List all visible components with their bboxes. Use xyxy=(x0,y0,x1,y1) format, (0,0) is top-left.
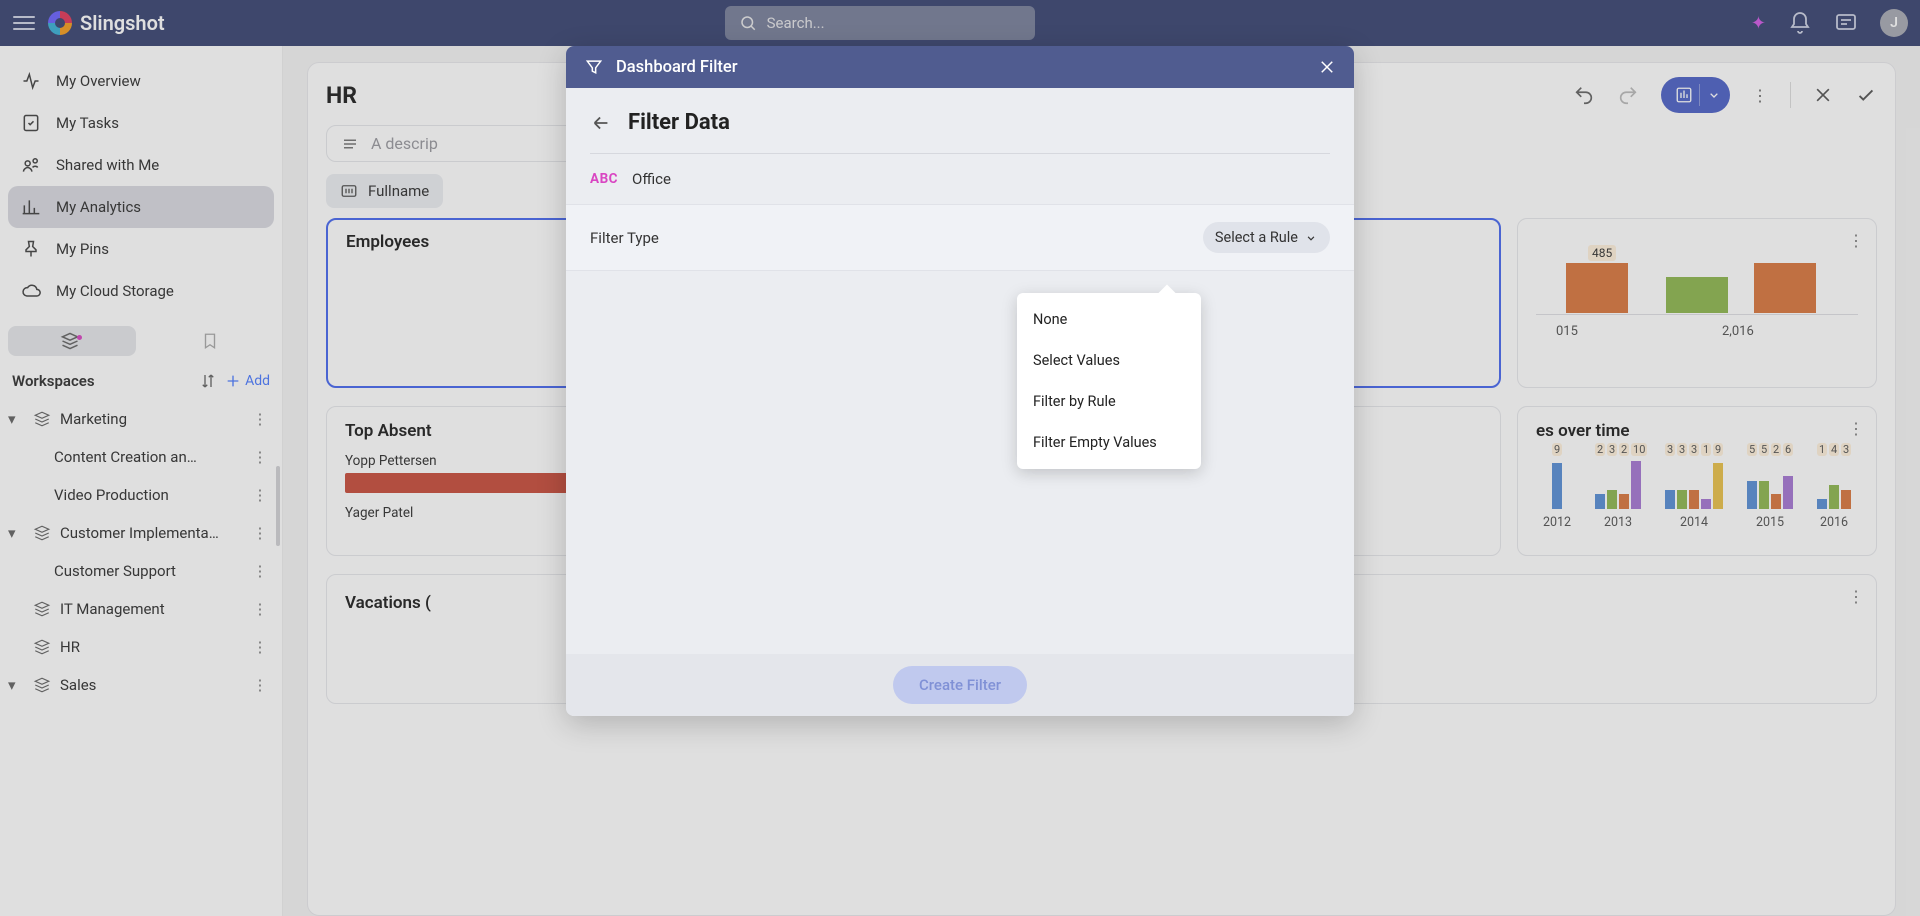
chevron-down-icon xyxy=(1304,231,1318,245)
layers-icon xyxy=(32,410,52,428)
hamburger-icon[interactable] xyxy=(12,11,36,35)
pin-icon xyxy=(20,238,42,260)
card-more-icon[interactable]: ⋮ xyxy=(1752,86,1768,105)
close-icon[interactable] xyxy=(1813,85,1833,105)
share-icon xyxy=(20,154,42,176)
more-icon[interactable]: ⋮ xyxy=(250,486,270,504)
workspace-hr[interactable]: ▾ HR ⋮ xyxy=(8,628,274,666)
layers-icon xyxy=(32,638,52,656)
option-filter-empty-values[interactable]: Filter Empty Values xyxy=(1017,422,1201,463)
workspace-it-management[interactable]: ▾ IT Management ⋮ xyxy=(8,590,274,628)
nav-my-pins[interactable]: My Pins xyxy=(8,228,274,270)
filter-icon xyxy=(584,57,604,77)
more-icon[interactable]: ⋮ xyxy=(250,448,270,466)
filter-type-select[interactable]: Select a Rule xyxy=(1203,222,1330,253)
logo-icon xyxy=(48,11,72,35)
layers-icon xyxy=(32,524,52,542)
modal-close-button[interactable] xyxy=(1318,58,1336,76)
more-icon[interactable]: ⋮ xyxy=(250,562,270,580)
more-icon[interactable]: ⋮ xyxy=(250,638,270,656)
layers-icon xyxy=(32,600,52,618)
task-icon xyxy=(20,112,42,134)
search-input[interactable] xyxy=(725,6,1035,40)
chart-new-hires[interactable]: ⋮ es over time 9201223210201333319201455… xyxy=(1517,406,1877,556)
sparkle-icon[interactable]: ✦ xyxy=(1751,13,1766,34)
avatar[interactable]: J xyxy=(1880,9,1908,37)
create-filter-button[interactable]: Create Filter xyxy=(893,666,1027,704)
nav-shared-with-me[interactable]: Shared with Me xyxy=(8,144,274,186)
workspace-marketing[interactable]: ▾ Marketing ⋮ xyxy=(8,400,274,438)
chart-icon xyxy=(20,196,42,218)
sort-icon[interactable] xyxy=(199,372,217,390)
back-button[interactable] xyxy=(590,112,612,134)
modal-subtitle: Filter Data xyxy=(628,110,730,135)
dashboard-filter-modal: Dashboard Filter Filter Data ABC Office … xyxy=(566,46,1354,716)
bell-icon[interactable] xyxy=(1788,11,1812,35)
caret-down-icon[interactable]: ▾ xyxy=(8,524,24,542)
close-icon xyxy=(1318,58,1336,76)
chevron-down-icon xyxy=(1706,87,1722,103)
workspace-sales[interactable]: ▾ Sales ⋮ xyxy=(8,666,274,704)
workspace-content-creation[interactable]: Content Creation an… ⋮ xyxy=(8,438,274,476)
viz-icon xyxy=(1675,86,1693,104)
chart-bar2[interactable]: ⋮ 485 774 015 2,016 xyxy=(1517,218,1877,388)
stacks-icon xyxy=(60,331,80,351)
arrow-left-icon xyxy=(590,112,612,134)
brand-label: Slingshot xyxy=(80,11,165,35)
plus-icon xyxy=(225,373,241,389)
view-mode-button[interactable] xyxy=(1661,77,1730,113)
lines-icon xyxy=(341,135,359,153)
check-icon[interactable] xyxy=(1855,84,1877,106)
more-icon[interactable]: ⋮ xyxy=(250,600,270,618)
field-name: Office xyxy=(632,170,671,188)
nav-my-overview[interactable]: My Overview xyxy=(8,60,274,102)
caret-down-icon[interactable]: ▾ xyxy=(8,676,24,694)
notes-icon[interactable] xyxy=(1834,11,1858,35)
nav-my-cloud-storage[interactable]: My Cloud Storage xyxy=(8,270,274,312)
option-none[interactable]: None xyxy=(1017,299,1201,340)
sidebar-tab-stacks[interactable] xyxy=(8,326,136,356)
caret-down-icon[interactable]: ▾ xyxy=(8,410,24,428)
redo-icon[interactable] xyxy=(1617,84,1639,106)
dashboard-title[interactable]: HR xyxy=(326,82,357,109)
workspace-customer-impl[interactable]: ▾ Customer Implementa… ⋮ xyxy=(8,514,274,552)
more-icon[interactable]: ⋮ xyxy=(250,524,270,542)
more-icon[interactable]: ⋮ xyxy=(1848,419,1864,438)
scrollbar[interactable] xyxy=(276,466,280,546)
option-filter-by-rule[interactable]: Filter by Rule xyxy=(1017,381,1201,422)
more-icon[interactable]: ⋮ xyxy=(250,410,270,428)
layers-icon xyxy=(32,676,52,694)
more-icon[interactable]: ⋮ xyxy=(250,676,270,694)
filter-type-dropdown: None Select Values Filter by Rule Filter… xyxy=(1017,293,1201,469)
filter-chip-fullname[interactable]: Fullname xyxy=(326,174,443,208)
workspace-video-production[interactable]: Video Production ⋮ xyxy=(8,476,274,514)
undo-icon[interactable] xyxy=(1573,84,1595,106)
activity-icon xyxy=(20,70,42,92)
field-type-badge: ABC xyxy=(590,171,618,187)
bookmark-icon xyxy=(201,332,219,350)
filter-viz-icon xyxy=(340,182,358,200)
nav-my-tasks[interactable]: My Tasks xyxy=(8,102,274,144)
filter-type-label: Filter Type xyxy=(590,229,659,247)
more-icon[interactable]: ⋮ xyxy=(1848,587,1864,606)
add-workspace-button[interactable]: Add xyxy=(225,373,270,389)
search-icon xyxy=(739,14,757,32)
cloud-icon xyxy=(20,280,42,302)
workspace-customer-support[interactable]: Customer Support ⋮ xyxy=(8,552,274,590)
option-select-values[interactable]: Select Values xyxy=(1017,340,1201,381)
modal-title: Dashboard Filter xyxy=(616,58,738,77)
workspaces-header: Workspaces xyxy=(12,372,191,390)
sidebar-tab-bookmark[interactable] xyxy=(146,326,274,356)
nav-my-analytics[interactable]: My Analytics xyxy=(8,186,274,228)
